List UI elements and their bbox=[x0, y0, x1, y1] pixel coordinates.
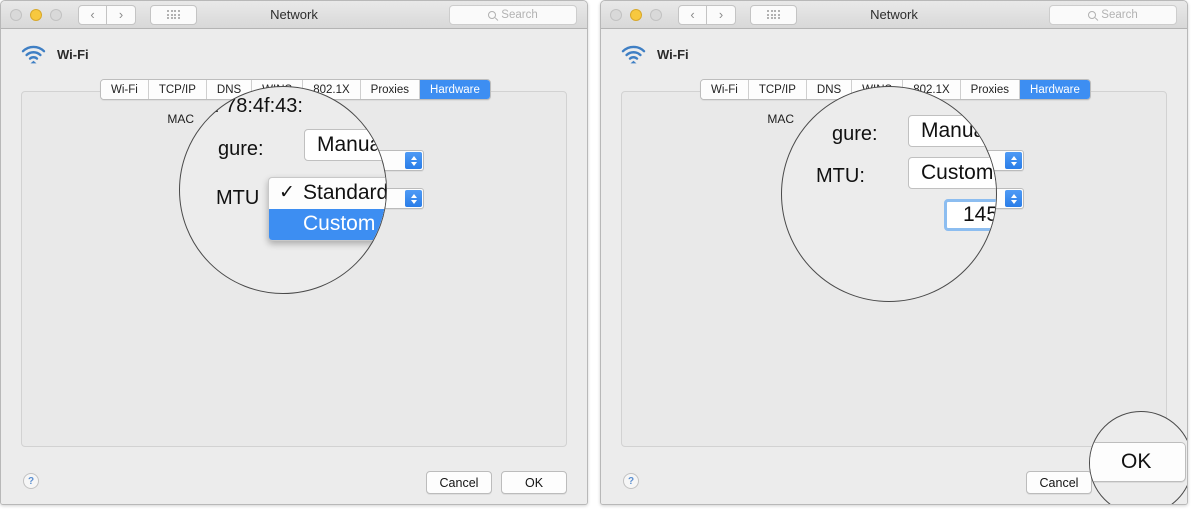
help-button[interactable]: ? bbox=[623, 473, 639, 489]
grid-icon bbox=[167, 9, 180, 20]
magnified-ok-button[interactable]: OK bbox=[1090, 442, 1187, 482]
search-placeholder: Search bbox=[501, 9, 538, 21]
cancel-button[interactable]: Cancel bbox=[426, 471, 492, 494]
service-header: Wi-Fi bbox=[21, 45, 89, 64]
dropdown-item-custom[interactable]: Custom bbox=[269, 209, 386, 240]
magnifier-loupe-mtu-custom: gure: Manually MTU: Custom 1453 ( 12500 … bbox=[781, 86, 997, 302]
show-all-preferences-button[interactable] bbox=[750, 4, 797, 25]
magnifier-content: OK bbox=[1090, 412, 1187, 504]
search-placeholder: Search bbox=[1101, 9, 1138, 21]
service-name: Wi-Fi bbox=[657, 47, 689, 62]
magnified-configure-value[interactable]: Manually bbox=[304, 129, 386, 161]
magnified-mtu-custom-input[interactable]: 1453 bbox=[944, 199, 996, 231]
dropdown-item-standard[interactable]: Standard (150 bbox=[269, 178, 386, 209]
navigation-buttons: ‹ › bbox=[678, 4, 736, 25]
chevron-updown-icon bbox=[405, 190, 422, 207]
chevron-updown-icon bbox=[1005, 152, 1022, 169]
tab-hardware[interactable]: Hardware bbox=[420, 80, 490, 99]
magnified-mtu-label: MTU: bbox=[816, 165, 865, 187]
back-button[interactable]: ‹ bbox=[78, 4, 107, 25]
network-preferences-window-left: ‹ › Network Search Wi-Fi Wi-Fi TCP/IP DN… bbox=[0, 0, 588, 505]
tab-wifi[interactable]: Wi-Fi bbox=[701, 80, 749, 99]
tab-tcpip[interactable]: TCP/IP bbox=[748, 80, 807, 99]
tab-hardware[interactable]: Hardware bbox=[1020, 80, 1090, 99]
mac-address-row: MAC bbox=[722, 112, 794, 126]
tab-proxies[interactable]: Proxies bbox=[960, 80, 1021, 99]
minimize-button[interactable] bbox=[630, 8, 642, 21]
zoom-button[interactable] bbox=[650, 8, 662, 21]
ok-button[interactable]: OK bbox=[501, 471, 567, 494]
mac-address-label: MAC bbox=[167, 112, 194, 126]
chevron-updown-icon bbox=[405, 152, 422, 169]
search-icon bbox=[488, 11, 497, 19]
chevron-updown-icon bbox=[1005, 190, 1022, 207]
grid-icon bbox=[767, 9, 780, 20]
magnified-configure-label: gure: bbox=[832, 123, 878, 145]
search-field[interactable]: Search bbox=[449, 5, 577, 25]
magnifier-loupe-ok-button: OK bbox=[1089, 411, 1187, 504]
magnified-mtu-label: MTU bbox=[216, 187, 260, 209]
mac-address-label: MAC bbox=[767, 112, 794, 126]
title-bar: ‹ › Network Search bbox=[1, 1, 587, 29]
magnified-configure-label: gure: bbox=[218, 138, 264, 160]
wifi-icon bbox=[621, 45, 646, 64]
traffic-light-group bbox=[610, 8, 662, 21]
tab-tcpip[interactable]: TCP/IP bbox=[148, 80, 207, 99]
forward-button[interactable]: › bbox=[107, 4, 136, 25]
magnified-mac-address: : 78:4f:43: bbox=[214, 95, 303, 117]
network-preferences-window-right: ‹ › Network Search Wi-Fi Wi-Fi TCP/IP DN… bbox=[600, 0, 1188, 505]
close-button[interactable] bbox=[10, 8, 22, 21]
screenshot-stage: ‹ › Network Search Wi-Fi Wi-Fi TCP/IP DN… bbox=[0, 0, 1200, 519]
tab-proxies[interactable]: Proxies bbox=[360, 80, 421, 99]
service-header: Wi-Fi bbox=[621, 45, 689, 64]
close-button[interactable] bbox=[610, 8, 622, 21]
minimize-button[interactable] bbox=[30, 8, 42, 21]
traffic-light-group bbox=[10, 8, 62, 21]
mtu-dropdown-menu: Standard (150 Custom bbox=[268, 177, 386, 241]
back-button[interactable]: ‹ bbox=[678, 4, 707, 25]
show-all-preferences-button[interactable] bbox=[150, 4, 197, 25]
forward-button[interactable]: › bbox=[707, 4, 736, 25]
dialog-button-row: Cancel OK bbox=[426, 471, 567, 494]
zoom-button[interactable] bbox=[50, 8, 62, 21]
navigation-buttons: ‹ › bbox=[78, 4, 136, 25]
service-name: Wi-Fi bbox=[57, 47, 89, 62]
mac-address-row: MAC bbox=[122, 112, 194, 126]
tab-wifi[interactable]: Wi-Fi bbox=[101, 80, 149, 99]
search-icon bbox=[1088, 11, 1097, 19]
help-button[interactable]: ? bbox=[23, 473, 39, 489]
cancel-button[interactable]: Cancel bbox=[1026, 471, 1092, 494]
magnifier-loupe-mtu-dropdown: : 78:4f:43: gure: Manually MTU Standard … bbox=[179, 86, 387, 294]
magnified-configure-value[interactable]: Manually bbox=[908, 115, 996, 147]
title-bar: ‹ › Network Search bbox=[601, 1, 1187, 29]
magnified-mtu-value[interactable]: Custom bbox=[908, 157, 996, 189]
search-field[interactable]: Search bbox=[1049, 5, 1177, 25]
wifi-icon bbox=[21, 45, 46, 64]
